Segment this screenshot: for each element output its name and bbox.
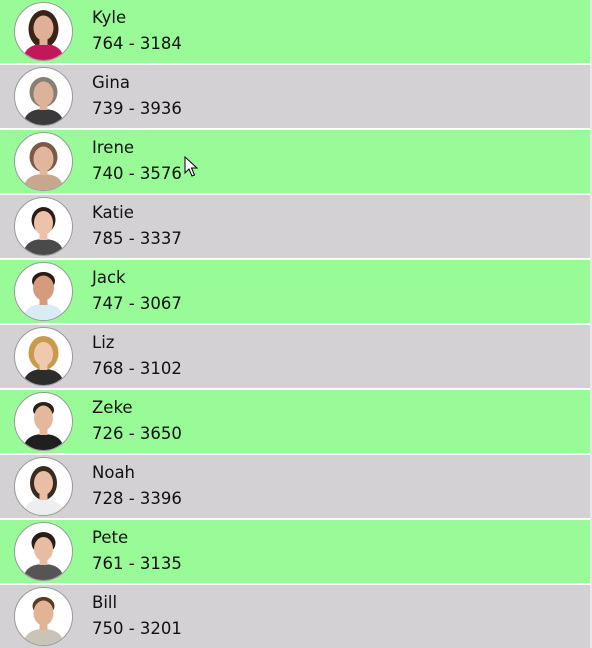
avatar [14, 132, 73, 191]
contact-phone: 761 - 3135 [92, 554, 182, 573]
contact-row-irene[interactable]: Irene 740 - 3576 [0, 130, 590, 193]
contact-phone: 785 - 3337 [92, 229, 182, 248]
person-avatar-icon [23, 142, 64, 190]
avatar [14, 392, 73, 451]
contact-name: Noah [92, 463, 136, 482]
contact-name: Zeke [92, 398, 133, 417]
contact-phone: 740 - 3576 [92, 164, 182, 183]
avatar-face [33, 15, 54, 41]
arrow-cursor-icon [184, 156, 198, 177]
contact-name: Liz [92, 333, 115, 352]
avatar-face [33, 275, 54, 301]
avatar-face [34, 537, 53, 561]
contact-name: Bill [92, 593, 118, 612]
person-avatar-icon [23, 272, 64, 320]
contact-row-noah[interactable]: Noah 728 - 3396 [0, 455, 590, 518]
contact-row-katie[interactable]: Katie 785 - 3337 [0, 195, 590, 258]
avatar-face [34, 211, 53, 235]
contact-row-jack[interactable]: Jack 747 - 3067 [0, 260, 590, 323]
avatar-clothes [23, 174, 64, 190]
contact-phone: 764 - 3184 [92, 34, 182, 53]
contact-phone: 726 - 3650 [92, 424, 182, 443]
avatar-face [33, 600, 54, 626]
contact-name: Pete [92, 528, 129, 547]
avatar-clothes [23, 369, 64, 385]
avatar-clothes [23, 44, 64, 60]
contact-name: Katie [92, 203, 134, 222]
avatar-face [34, 405, 53, 431]
avatar-face [34, 342, 53, 366]
avatar-clothes [23, 239, 64, 255]
avatar [14, 197, 73, 256]
avatar [14, 2, 73, 61]
person-avatar-icon [23, 77, 64, 125]
contact-row-gina[interactable]: Gina 739 - 3936 [0, 65, 590, 128]
contact-phone: 747 - 3067 [92, 294, 182, 313]
avatar-clothes [23, 109, 64, 125]
avatar [14, 587, 73, 646]
contact-row-bill[interactable]: Bill 750 - 3201 [0, 585, 590, 648]
avatar [14, 67, 73, 126]
contact-phone: 750 - 3201 [92, 619, 182, 638]
person-avatar-icon [23, 207, 64, 255]
person-avatar-icon [23, 532, 64, 580]
avatar-clothes [23, 434, 64, 450]
avatar-clothes [23, 499, 64, 515]
contact-row-zeke[interactable]: Zeke 726 - 3650 [0, 390, 590, 453]
avatar-clothes [23, 304, 64, 320]
contact-phone: 768 - 3102 [92, 359, 182, 378]
avatar-face [33, 81, 54, 107]
person-avatar-icon [23, 597, 64, 645]
contact-list: Kyle 764 - 3184 Gina 739 - 3936 Irene 74… [0, 0, 592, 648]
contact-row-kyle[interactable]: Kyle 764 - 3184 [0, 0, 590, 63]
contact-name: Jack [92, 268, 126, 287]
contact-name: Gina [92, 73, 130, 92]
contact-phone: 728 - 3396 [92, 489, 182, 508]
person-avatar-icon [23, 466, 64, 515]
contact-phone: 739 - 3936 [92, 99, 182, 118]
contact-row-liz[interactable]: Liz 768 - 3102 [0, 325, 590, 388]
contact-name: Kyle [92, 8, 127, 27]
avatar-face [33, 146, 54, 172]
avatar-clothes [23, 629, 64, 645]
contact-name: Irene [92, 138, 135, 157]
avatar [14, 522, 73, 581]
avatar [14, 457, 73, 516]
avatar-face [34, 471, 53, 495]
person-avatar-icon [23, 336, 64, 385]
contact-row-pete[interactable]: Pete 761 - 3135 [0, 520, 590, 583]
person-avatar-icon [23, 402, 64, 450]
avatar-clothes [23, 564, 64, 580]
person-avatar-icon [23, 10, 64, 60]
avatar [14, 262, 73, 321]
avatar [14, 327, 73, 386]
